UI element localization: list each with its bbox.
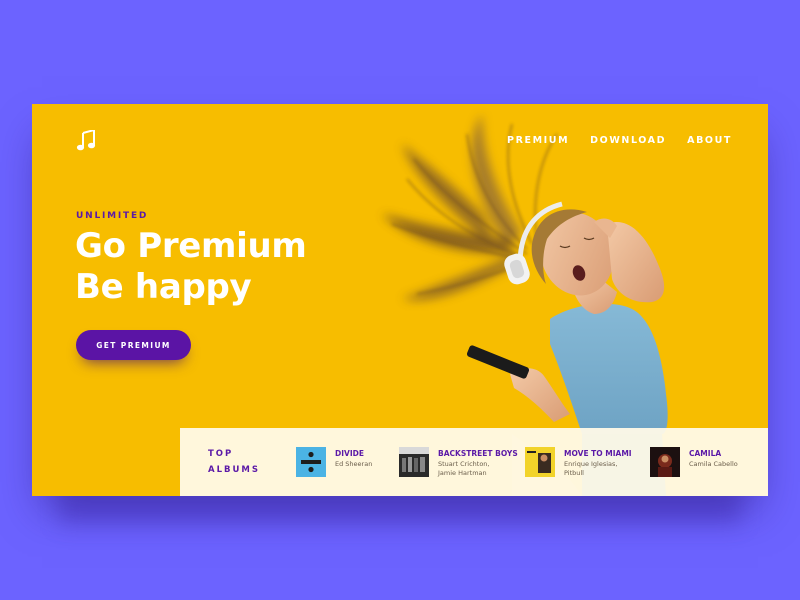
album-cover-move-to-miami [525, 447, 555, 477]
music-note-icon[interactable] [76, 130, 96, 152]
album-title: BACKSTREET BOYS [438, 449, 518, 458]
nav-item-download[interactable]: DOWNLOAD [590, 135, 666, 146]
album-cover-divide [296, 447, 326, 477]
album-artist: Enrique Iglesias, Pitbull [564, 460, 618, 478]
album-artist-line-1: Enrique Iglesias, [564, 460, 618, 468]
main-nav: PREMIUM DOWNLOAD ABOUT [507, 135, 732, 146]
nav-item-about[interactable]: ABOUT [687, 135, 732, 146]
hero-eyebrow: UNLIMITED [76, 211, 149, 221]
top-albums-bar: TOP ALBUMS DIVIDE Ed Sheeran BACKSTREET … [180, 428, 768, 496]
album-item-backstreet-boys[interactable]: BACKSTREET BOYS Stuart Crichton, Jamie H… [399, 447, 519, 479]
top-albums-title: TOP ALBUMS [208, 446, 268, 478]
get-premium-button[interactable]: GET PREMIUM [76, 330, 191, 360]
card-shadow [60, 492, 740, 524]
hero-headline: Go Premium Be happy [75, 226, 307, 308]
album-artist: Stuart Crichton, Jamie Hartman [438, 460, 490, 478]
album-title: MOVE TO MIAMI [564, 449, 632, 458]
album-item-move-to-miami[interactable]: MOVE TO MIAMI Enrique Iglesias, Pitbull [525, 447, 635, 479]
album-title: DIVIDE [335, 449, 364, 458]
album-cover-backstreet-boys [399, 447, 429, 477]
top-albums-title-line-2: ALBUMS [208, 465, 260, 475]
album-artist-line-2: Jamie Hartman [438, 469, 487, 477]
headline-line-1: Go Premium [75, 226, 307, 266]
album-artist: Ed Sheeran [335, 460, 372, 469]
album-artist: Camila Cabello [689, 460, 738, 469]
headline-line-2: Be happy [75, 267, 252, 307]
album-artist-line-2: Pitbull [564, 469, 584, 477]
album-artist-line-1: Ed Sheeran [335, 460, 373, 468]
album-item-divide[interactable]: DIVIDE Ed Sheeran [296, 447, 406, 479]
top-albums-title-line-1: TOP [208, 449, 234, 459]
album-cover-camila [650, 447, 680, 477]
album-artist-line-1: Stuart Crichton, [438, 460, 490, 468]
album-item-camila[interactable]: CAMILA Camila Cabello [650, 447, 750, 479]
album-title: CAMILA [689, 449, 722, 458]
album-artist-line-1: Camila Cabello [689, 460, 738, 468]
nav-item-premium[interactable]: PREMIUM [507, 135, 569, 146]
landing-card: PREMIUM DOWNLOAD ABOUT UNLIMITED Go Prem… [32, 104, 768, 496]
